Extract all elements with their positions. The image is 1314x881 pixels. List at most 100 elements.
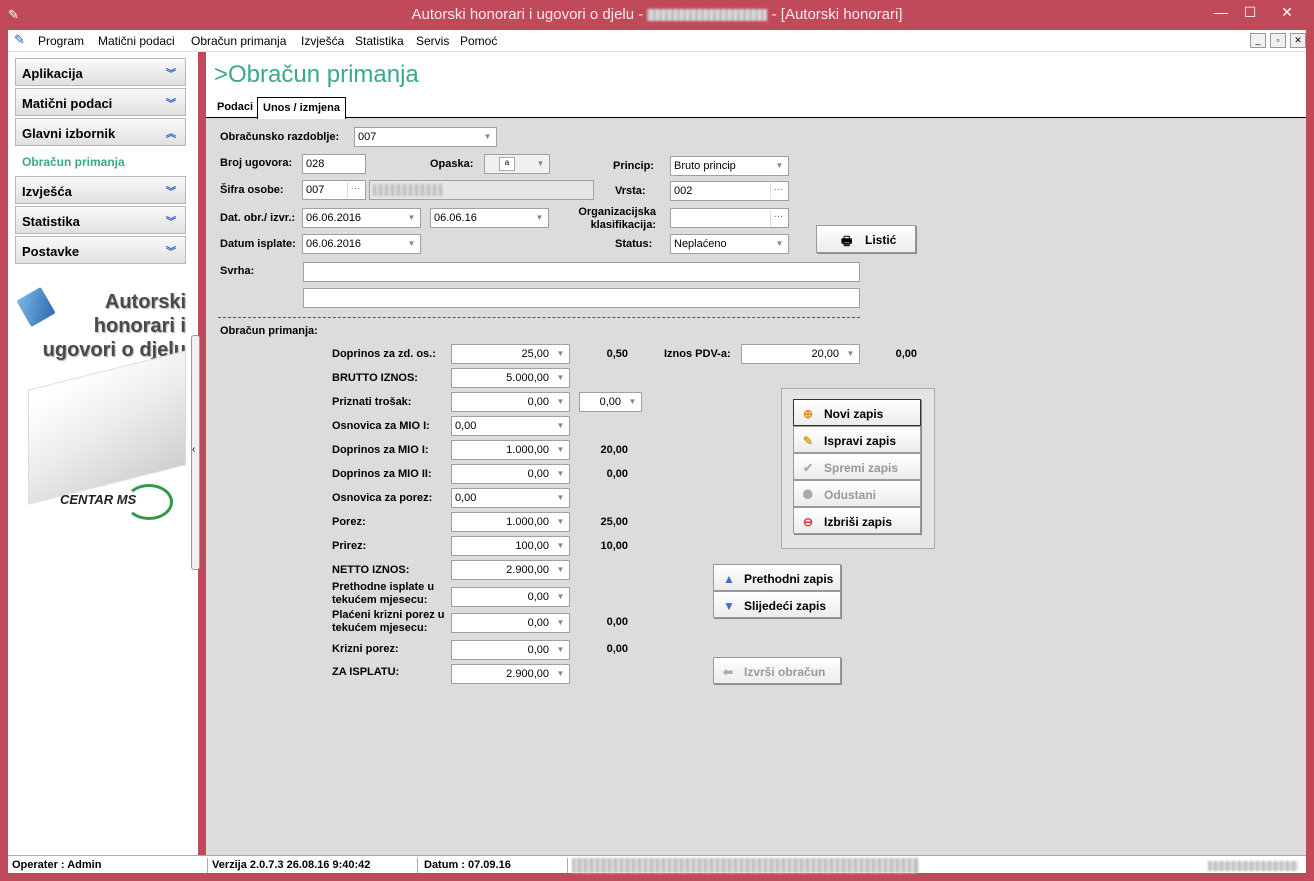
dropdown-arrow-icon: ▼ xyxy=(407,239,416,248)
dropdown-arrow-icon: ▼ xyxy=(556,565,565,574)
ellipsis-icon[interactable]: ··· xyxy=(347,182,363,198)
tab-podaci[interactable]: Podaci xyxy=(212,97,258,118)
ellipsis-icon[interactable]: ··· xyxy=(770,210,786,226)
doprinos-mio1-input[interactable]: 1.000,00 ▼ xyxy=(451,440,570,460)
placeni-krizni-input[interactable]: 0,00 ▼ xyxy=(451,613,570,633)
minimize-button[interactable]: — xyxy=(1208,4,1234,22)
brutto-input[interactable]: 5.000,00 ▼ xyxy=(451,368,570,388)
sifra-osobe-input[interactable]: 007 ··· xyxy=(302,180,366,200)
slijedeci-zapis-button[interactable]: ▼ Slijedeći zapis xyxy=(713,591,841,618)
chevron-down-icon: ︾ xyxy=(166,187,176,198)
mdi-restore-button[interactable]: ▫ xyxy=(1270,33,1286,48)
chevron-down-icon: ︾ xyxy=(166,69,176,80)
izvrsi-obracun-button[interactable]: ⬅ Izvrši obračun xyxy=(713,657,841,684)
prirez-input[interactable]: 100,00 ▼ xyxy=(451,536,570,556)
doprinos-mio2-input[interactable]: 0,00 ▼ xyxy=(451,464,570,484)
sidebar-item-label: Izvješća xyxy=(22,184,72,199)
menu-servis[interactable]: Servis xyxy=(416,34,449,48)
doprinos-mio2-value: 0,00 xyxy=(527,468,549,480)
sidebar-item-statistika[interactable]: Statistika ︾ xyxy=(15,206,186,234)
sidebar-item-label: Matični podaci xyxy=(22,96,113,111)
ebook-reader-image xyxy=(28,350,186,505)
menu-program[interactable]: Program xyxy=(38,34,84,48)
za-isplatu-value: 2.900,00 xyxy=(506,668,549,680)
prethodne-isplate-input[interactable]: 0,00 ▼ xyxy=(451,587,570,607)
razdoblje-value: 007 xyxy=(358,131,377,143)
doprinos-zd-input[interactable]: 25,00 ▼ xyxy=(451,344,570,364)
window-title: Autorski honorari i ugovori o djelu - - … xyxy=(0,6,1314,23)
prirez-pct: 10,00 xyxy=(600,540,628,552)
mdi-close-button[interactable]: ✕ xyxy=(1290,33,1306,48)
krizni-porez-value: 0,00 xyxy=(527,644,549,656)
prethodni-zapis-button[interactable]: ▲ Prethodni zapis xyxy=(713,564,841,591)
vrsta-input[interactable]: 002 ··· xyxy=(670,181,789,201)
menu-izvjesca[interactable]: Izvješća xyxy=(301,34,344,48)
product-logo-text: Autorski honorari i ugovori o djelu xyxy=(18,290,186,362)
ellipsis-icon[interactable]: ··· xyxy=(770,183,786,199)
dropdown-arrow-icon: ▼ xyxy=(556,349,565,358)
sidebar-item-postavke[interactable]: Postavke ︾ xyxy=(15,236,186,264)
porez-input[interactable]: 1.000,00 ▼ xyxy=(451,512,570,532)
close-button[interactable]: ✕ xyxy=(1268,4,1306,22)
princip-select[interactable]: Bruto princip ▼ xyxy=(670,156,789,176)
org-klasifikacija-input[interactable]: ··· xyxy=(670,208,789,228)
prethodni-zapis-label: Prethodni zapis xyxy=(744,572,834,586)
menu-obracun-primanja[interactable]: Obračun primanja xyxy=(191,34,286,48)
status-select[interactable]: Neplaćeno ▼ xyxy=(670,234,789,254)
dropdown-arrow-icon: ▼ xyxy=(556,469,565,478)
osnovica-mio-label: Osnovica za MIO I: xyxy=(332,420,430,432)
placeni-krizni-extra: 0,00 xyxy=(606,616,628,628)
odustani-button[interactable]: ⯃ Odustani xyxy=(793,480,921,507)
sifra-osobe-value: 007 xyxy=(306,184,325,196)
dropdown-arrow-icon: ▼ xyxy=(556,592,565,601)
menu-maticni-podaci[interactable]: Matični podaci xyxy=(98,34,175,48)
izbrisi-zapis-button[interactable]: ⊖ Izbriši zapis xyxy=(793,507,921,534)
tab-unos-izmjena[interactable]: Unos / izmjena xyxy=(257,97,347,119)
sidebar-item-maticni-podaci[interactable]: Matični podaci ︾ xyxy=(15,88,186,116)
page-header: >Obračun primanja Podaci Unos / izmjena xyxy=(206,52,1306,119)
svrha-input-1[interactable] xyxy=(303,262,860,282)
netto-input[interactable]: 2.900,00 ▼ xyxy=(451,560,570,580)
datum-isplate-value: 06.06.2016 xyxy=(306,238,362,250)
broj-ugovora-input[interactable]: 028 xyxy=(302,154,366,174)
razdoblje-select[interactable]: 007 ▼ xyxy=(354,127,497,147)
dat-obr-date[interactable]: 06.06.2016 ▼ xyxy=(302,208,421,228)
prirez-label: Prirez: xyxy=(332,540,367,552)
doprinos-mio1-pct: 20,00 xyxy=(600,444,628,456)
sidebar-subitem-obracun-primanja[interactable]: Obračun primanja xyxy=(22,155,125,169)
sidebar-item-label: Postavke xyxy=(22,244,80,259)
opaska-select[interactable]: a ▼ xyxy=(484,154,550,174)
za-isplatu-input[interactable]: 2.900,00 ▼ xyxy=(451,664,570,684)
osnovica-mio-value: 0,00 xyxy=(455,420,477,432)
osnovica-mio-select[interactable]: 0,00 ▼ xyxy=(451,416,570,436)
doprinos-zd-pct: 0,50 xyxy=(606,348,628,360)
brutto-value: 5.000,00 xyxy=(506,372,549,384)
sidebar-collapse-handle[interactable]: ‹ xyxy=(191,335,200,570)
menu-pomoc[interactable]: Pomoć xyxy=(460,34,497,48)
osnovica-porez-label: Osnovica za porez: xyxy=(332,492,433,504)
sidebar-item-glavni-izbornik[interactable]: Glavni izbornik ︽ xyxy=(15,118,186,146)
mdi-minimize-button[interactable]: _ xyxy=(1250,33,1266,48)
priznati-trosak-pct-input[interactable]: 0,00 ▼ xyxy=(579,392,642,412)
novi-zapis-button[interactable]: ⊕ Novi zapis xyxy=(793,399,921,426)
sidebar-item-aplikacija[interactable]: Aplikacija ︾ xyxy=(15,58,186,86)
dat-izvr-date[interactable]: 06.06.16 ▼ xyxy=(430,208,549,228)
datum-isplate-date[interactable]: 06.06.2016 ▼ xyxy=(302,234,421,254)
printer-icon: 🖶 xyxy=(841,234,853,248)
svrha-input-2[interactable] xyxy=(303,288,860,308)
doprinos-zd-value: 25,00 xyxy=(521,348,549,360)
sidebar-item-label: Aplikacija xyxy=(22,66,83,81)
chevron-down-icon: ︾ xyxy=(166,99,176,110)
pdv-input[interactable]: 20,00 ▼ xyxy=(741,344,860,364)
krizni-porez-input[interactable]: 0,00 ▼ xyxy=(451,640,570,660)
osnovica-porez-select[interactable]: 0,00 ▼ xyxy=(451,488,570,508)
princip-label: Princip: xyxy=(613,160,654,172)
dropdown-arrow-icon: ▼ xyxy=(775,239,784,248)
sidebar-item-izvjesca[interactable]: Izvješća ︾ xyxy=(15,176,186,204)
ispravi-zapis-button[interactable]: ✎ Ispravi zapis xyxy=(793,426,921,453)
priznati-trosak-input[interactable]: 0,00 ▼ xyxy=(451,392,570,412)
maximize-button[interactable]: ☐ xyxy=(1237,4,1263,22)
menu-statistika[interactable]: Statistika xyxy=(355,34,404,48)
spremi-zapis-button[interactable]: ✔ Spremi zapis xyxy=(793,453,921,480)
listic-button[interactable]: 🖶 Listić xyxy=(816,225,916,253)
